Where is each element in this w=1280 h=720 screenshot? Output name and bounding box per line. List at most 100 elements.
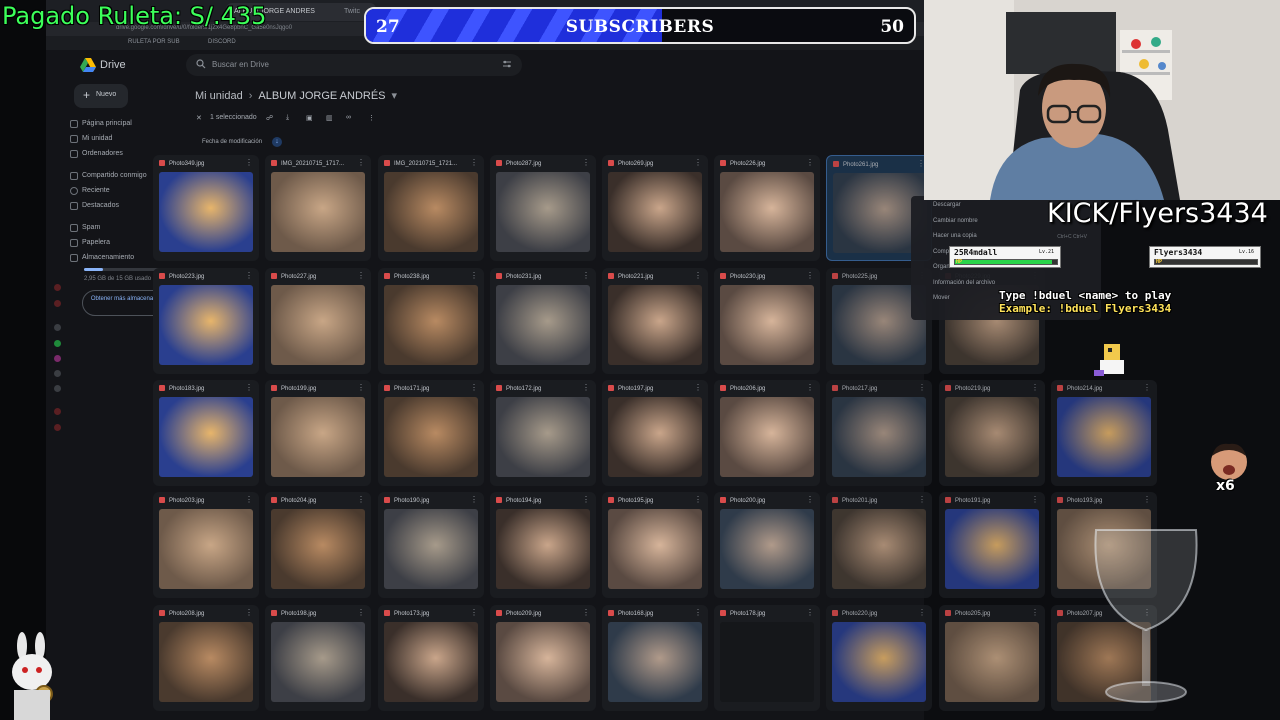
file-card[interactable]: Photo173.jpg ⋮ <box>378 605 484 711</box>
photo-thumbnail[interactable] <box>384 509 478 589</box>
new-button[interactable]: + Nuevo <box>74 84 128 108</box>
more-options-icon[interactable]: ⋮ <box>470 495 478 504</box>
sidebar-item-recent[interactable]: Reciente <box>70 187 110 199</box>
file-card[interactable]: Photo349.jpg ⋮ <box>153 155 259 261</box>
photo-thumbnail[interactable] <box>159 622 253 702</box>
photo-thumbnail[interactable] <box>159 397 253 477</box>
file-card[interactable]: Photo221.jpg ⋮ <box>602 268 708 374</box>
photo-thumbnail[interactable] <box>720 622 814 702</box>
context-menu-item[interactable]: Cambiar nombre <box>933 218 978 224</box>
photo-thumbnail[interactable] <box>496 397 590 477</box>
context-menu-item[interactable]: Información del archivo <box>933 280 995 286</box>
photo-thumbnail[interactable] <box>720 397 814 477</box>
more-options-icon[interactable]: ⋮ <box>582 383 590 392</box>
app-dot-icon[interactable] <box>54 424 61 431</box>
file-card[interactable]: Photo204.jpg ⋮ <box>265 492 371 598</box>
more-options-icon[interactable]: ⋮ <box>245 383 253 392</box>
more-options-icon[interactable]: ⋮ <box>1143 495 1151 504</box>
photo-thumbnail[interactable] <box>720 285 814 365</box>
more-options-icon[interactable]: ⋮ <box>582 608 590 617</box>
file-card[interactable]: Photo287.jpg ⋮ <box>490 155 596 261</box>
file-card[interactable]: Photo190.jpg ⋮ <box>378 492 484 598</box>
more-options-icon[interactable]: ⋮ <box>357 608 365 617</box>
file-card[interactable]: Photo223.jpg ⋮ <box>153 268 259 374</box>
sidebar-item-spam[interactable]: Spam <box>70 224 100 236</box>
photo-thumbnail[interactable] <box>271 509 365 589</box>
photo-thumbnail[interactable] <box>832 509 926 589</box>
photo-thumbnail[interactable] <box>384 285 478 365</box>
file-card[interactable]: Photo183.jpg ⋮ <box>153 380 259 486</box>
file-card[interactable]: IMG_20210715_1717... ⋮ <box>265 155 371 261</box>
link-icon[interactable]: ∞ <box>346 114 351 121</box>
photo-thumbnail[interactable] <box>496 172 590 252</box>
sort-arrow-icon[interactable]: ↓ <box>272 137 282 147</box>
file-card[interactable]: Photo203.jpg ⋮ <box>153 492 259 598</box>
move-icon[interactable]: ▣ <box>306 114 313 122</box>
more-options-icon[interactable]: ⋮ <box>806 158 814 167</box>
download-icon[interactable]: ⤓ <box>286 114 289 122</box>
photo-thumbnail[interactable] <box>1057 397 1151 477</box>
more-options-icon[interactable]: ⋮ <box>694 383 702 392</box>
context-menu-item[interactable]: Hacer una copia <box>933 233 977 239</box>
file-card[interactable]: Photo199.jpg ⋮ <box>265 380 371 486</box>
sidebar-item-shared[interactable]: Compartido conmigo <box>70 172 147 184</box>
chevron-down-icon[interactable]: ▾ <box>386 90 404 102</box>
sidebar-item-home[interactable]: Página principal <box>70 120 132 132</box>
more-options-icon[interactable]: ⋮ <box>582 158 590 167</box>
file-card[interactable]: Photo208.jpg ⋮ <box>153 605 259 711</box>
photo-thumbnail[interactable] <box>384 397 478 477</box>
photo-thumbnail[interactable] <box>832 397 926 477</box>
more-options-icon[interactable]: ⋮ <box>470 271 478 280</box>
more-options-icon[interactable]: ⋮ <box>245 158 253 167</box>
more-options-icon[interactable]: ⋮ <box>918 383 926 392</box>
sort-label[interactable]: Fecha de modificación <box>202 139 262 145</box>
photo-thumbnail[interactable] <box>384 622 478 702</box>
bookmark-ruleta[interactable]: RULETA POR SUB <box>128 39 180 45</box>
file-card[interactable]: Photo171.jpg ⋮ <box>378 380 484 486</box>
photo-thumbnail[interactable] <box>496 509 590 589</box>
trash-icon[interactable]: ▥ <box>326 114 333 122</box>
file-card[interactable]: Photo214.jpg ⋮ <box>1051 380 1157 486</box>
more-options-icon[interactable]: ⋮ <box>245 608 253 617</box>
more-options-icon[interactable]: ⋮ <box>470 608 478 617</box>
bookmark-discord[interactable]: DISCORD <box>208 39 236 45</box>
file-card[interactable]: Photo230.jpg ⋮ <box>714 268 820 374</box>
file-card[interactable]: Photo168.jpg ⋮ <box>602 605 708 711</box>
more-options-icon[interactable]: ⋮ <box>806 608 814 617</box>
more-options-icon[interactable]: ⋮ <box>694 495 702 504</box>
more-options-icon[interactable]: ⋮ <box>1031 608 1039 617</box>
file-card[interactable]: Photo209.jpg ⋮ <box>490 605 596 711</box>
photo-thumbnail[interactable] <box>159 509 253 589</box>
photo-thumbnail[interactable] <box>271 622 365 702</box>
file-card[interactable]: Photo195.jpg ⋮ <box>602 492 708 598</box>
sidebar-item-my-drive[interactable]: Mi unidad <box>70 135 112 147</box>
file-card[interactable]: Photo231.jpg ⋮ <box>490 268 596 374</box>
globe-icon[interactable] <box>54 324 61 331</box>
photo-thumbnail[interactable] <box>945 509 1039 589</box>
more-options-icon[interactable]: ⋮ <box>245 271 253 280</box>
more-options-icon[interactable]: ⋮ <box>806 271 814 280</box>
instagram-icon[interactable] <box>54 355 61 362</box>
photo-thumbnail[interactable] <box>720 509 814 589</box>
more-options-icon[interactable]: ⋮ <box>357 158 365 167</box>
clear-selection-icon[interactable]: ✕ <box>196 114 202 122</box>
photo-thumbnail[interactable] <box>496 622 590 702</box>
sidebar-item-starred[interactable]: Destacados <box>70 202 119 214</box>
photo-thumbnail[interactable] <box>832 622 926 702</box>
more-options-icon[interactable]: ⋮ <box>582 495 590 504</box>
more-options-icon[interactable]: ⋮ <box>694 158 702 167</box>
more-options-icon[interactable]: ⋮ <box>806 495 814 504</box>
photo-thumbnail[interactable] <box>496 285 590 365</box>
photo-thumbnail[interactable] <box>608 285 702 365</box>
photo-thumbnail[interactable] <box>271 397 365 477</box>
file-card[interactable]: Photo178.jpg ⋮ <box>714 605 820 711</box>
photo-thumbnail[interactable] <box>720 172 814 252</box>
file-card[interactable]: Photo191.jpg ⋮ <box>939 492 1045 598</box>
more-options-icon[interactable]: ⋮ <box>806 383 814 392</box>
more-options-icon[interactable]: ⋮ <box>694 271 702 280</box>
more-options-icon[interactable]: ⋮ <box>918 608 926 617</box>
app-dot-icon[interactable] <box>54 408 61 415</box>
sidebar-item-computers[interactable]: Ordenadores <box>70 150 123 162</box>
file-card[interactable]: Photo206.jpg ⋮ <box>714 380 820 486</box>
more-actions-icon[interactable]: ⋮ <box>368 114 375 122</box>
